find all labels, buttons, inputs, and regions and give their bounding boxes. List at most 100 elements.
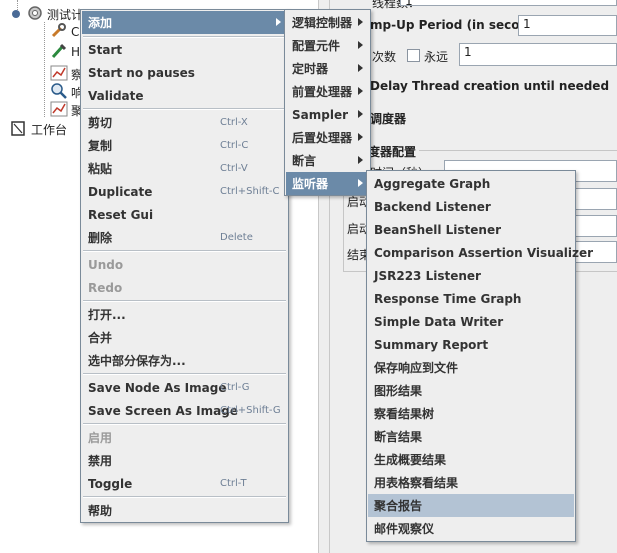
menu-separator <box>83 108 286 110</box>
menu-item-save-node-image[interactable]: Save Node As Image Ctrl-G <box>82 376 287 399</box>
menu-item-graph-results[interactable]: 图形结果 <box>368 379 574 402</box>
menu-item-copy[interactable]: 复制 Ctrl-C <box>82 134 287 157</box>
menu-item-save-selection-as[interactable]: 选中部分保存为... <box>82 349 287 372</box>
menu-item-validate[interactable]: Validate <box>82 84 287 107</box>
forever-label: 永远 <box>424 50 449 64</box>
tree-node-test-plan[interactable]: 测试计 <box>12 4 83 24</box>
graph-icon <box>50 101 68 120</box>
menu-item-save-screen-image[interactable]: Save Screen As Image Ctrl+Shift-G <box>82 399 287 422</box>
menu-item-summary-report[interactable]: Summary Report <box>368 333 574 356</box>
tree-node-config[interactable]: C <box>50 22 79 42</box>
menu-separator <box>83 423 286 425</box>
menu-item-view-results-tree[interactable]: 察看结果树 <box>368 402 574 425</box>
menu-item-config-element[interactable]: 配置元件 <box>286 34 369 57</box>
delay-thread-label: Delay Thread creation until needed <box>370 79 610 93</box>
tree-node-workbench[interactable]: 工作台 <box>10 119 67 139</box>
menu-item-reset-gui[interactable]: Reset Gui <box>82 203 287 226</box>
menu-separator <box>83 373 286 375</box>
menu-item-undo[interactable]: Undo <box>82 253 287 276</box>
menu-item-beanshell-listener[interactable]: BeanShell Listener <box>368 218 574 241</box>
loop-count-field[interactable]: 1 <box>459 43 617 66</box>
add-submenu: 逻辑控制器 配置元件 定时器 前置处理器 Sampler 后置处理器 断言 监听… <box>284 9 371 196</box>
listener-submenu: Aggregate Graph Backend Listener BeanShe… <box>366 170 593 542</box>
menu-item-aggregate-graph[interactable]: Aggregate Graph <box>368 172 574 195</box>
workbench-icon <box>10 119 28 140</box>
menu-item-aggregate-report[interactable]: 聚合报告 <box>368 494 574 517</box>
menu-item-open[interactable]: 打开... <box>82 303 287 326</box>
menu-item-post-processor[interactable]: 后置处理器 <box>286 126 369 149</box>
menu-item-simple-data-writer[interactable]: Simple Data Writer <box>368 310 574 333</box>
menu-item-duplicate[interactable]: Duplicate Ctrl+Shift-C <box>82 180 287 203</box>
shortcut-text: Ctrl+Shift-C <box>220 186 280 197</box>
pipette-icon <box>50 43 68 62</box>
menu-item-logic-controller[interactable]: 逻辑控制器 <box>286 11 369 34</box>
menu-item-delete[interactable]: 删除 Delete <box>82 226 287 249</box>
wrench-icon <box>50 22 68 42</box>
menu-item-start-no-pauses[interactable]: Start no pauses <box>82 61 287 84</box>
loop-count-label: 次数 <box>372 50 397 64</box>
chevron-right-icon <box>358 64 363 72</box>
tree-connector <box>44 22 45 117</box>
tree-node-label: 工作台 <box>31 122 68 137</box>
forever-checkbox[interactable] <box>407 49 420 62</box>
menu-separator <box>83 496 286 498</box>
gear-icon <box>26 4 44 25</box>
shortcut-text: Ctrl+Shift-G <box>220 405 281 416</box>
menu-item-comparison-assertion-visualizer[interactable]: Comparison Assertion Visualizer <box>368 241 593 264</box>
expand-toggle-icon[interactable] <box>12 10 20 18</box>
shortcut-text: Delete <box>220 232 253 243</box>
chevron-right-icon <box>358 18 363 26</box>
menu-item-save-responses-to-file[interactable]: 保存响应到文件 <box>368 356 574 379</box>
menu-item-listener[interactable]: 监听器 <box>286 172 369 195</box>
menu-separator <box>83 250 286 252</box>
chevron-right-icon <box>276 18 281 26</box>
tree-node-label: 测试计 <box>47 7 84 22</box>
menu-item-merge[interactable]: 合并 <box>82 326 287 349</box>
menu-item-cut[interactable]: 剪切 Ctrl-X <box>82 111 287 134</box>
chevron-right-icon <box>358 179 363 187</box>
shortcut-text: Ctrl-G <box>220 382 250 393</box>
menu-item-generate-summary-results[interactable]: 生成概要结果 <box>368 448 574 471</box>
shortcut-text: Ctrl-C <box>220 140 249 151</box>
shortcut-text: Ctrl-T <box>220 478 247 489</box>
menu-item-help[interactable]: 帮助 <box>82 499 287 522</box>
chevron-right-icon <box>358 156 363 164</box>
menu-item-timer[interactable]: 定时器 <box>286 57 369 80</box>
menu-item-toggle[interactable]: Toggle Ctrl-T <box>82 472 287 495</box>
menu-item-view-results-in-table[interactable]: 用表格察看结果 <box>368 471 574 494</box>
menu-item-backend-listener[interactable]: Backend Listener <box>368 195 574 218</box>
menu-item-paste[interactable]: 粘贴 Ctrl-V <box>82 157 287 180</box>
tree-node-sampler[interactable]: H <box>50 42 80 62</box>
menu-item-assertion-results[interactable]: 断言结果 <box>368 425 574 448</box>
tree-node-label: C <box>71 25 80 39</box>
chevron-right-icon <box>358 133 363 141</box>
chevron-right-icon <box>358 110 363 118</box>
tree-node-assertion[interactable]: 响 <box>50 82 83 102</box>
menu-item-assertion[interactable]: 断言 <box>286 149 369 172</box>
menu-item-pre-processor[interactable]: 前置处理器 <box>286 80 369 103</box>
menu-item-disable[interactable]: 禁用 <box>82 449 287 472</box>
tree-node-listener-tree[interactable]: 察 <box>50 64 83 84</box>
menu-item-start[interactable]: Start <box>82 38 287 61</box>
chevron-right-icon <box>358 41 363 49</box>
scheduler-config-title: 度器配置 <box>368 143 420 160</box>
scheduler-label: 调度器 <box>370 112 407 126</box>
shortcut-text: Ctrl-X <box>220 117 248 128</box>
menu-separator <box>83 300 286 302</box>
context-menu: 添加 Start Start no pauses Validate 剪切 Ctrl… <box>80 9 289 523</box>
menu-item-jsr223-listener[interactable]: JSR223 Listener <box>368 264 574 287</box>
menu-item-response-time-graph[interactable]: Response Time Graph <box>368 287 574 310</box>
menu-item-enable[interactable]: 启用 <box>82 426 287 449</box>
menu-item-redo[interactable]: Redo <box>82 276 287 299</box>
graph-icon <box>50 65 68 84</box>
magnifier-icon <box>50 82 68 102</box>
rampup-field[interactable]: 1 <box>518 15 617 36</box>
menu-item-sampler[interactable]: Sampler <box>286 103 369 126</box>
chevron-right-icon <box>358 87 363 95</box>
tree-node-label: H <box>71 45 81 59</box>
threads-field[interactable]: 1 <box>400 0 617 8</box>
menu-item-mailer-visualizer[interactable]: 邮件观察仪 <box>368 517 574 540</box>
menu-item-add[interactable]: 添加 <box>82 11 287 34</box>
tree-node-aggregate[interactable]: 聚 <box>50 100 83 120</box>
shortcut-text: Ctrl-V <box>220 163 248 174</box>
